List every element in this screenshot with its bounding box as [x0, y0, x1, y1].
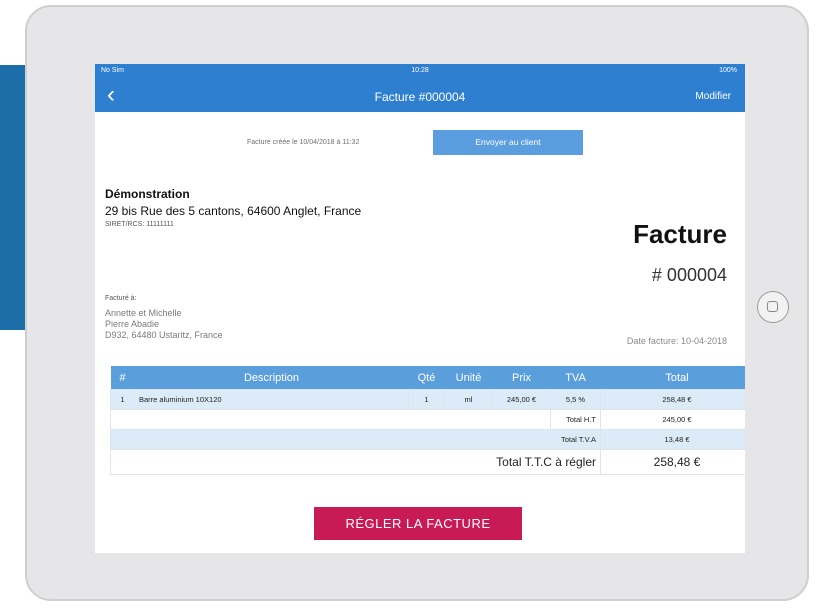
table-header-row: # Description Qté Unité Prix TVA Total	[110, 366, 745, 390]
home-button[interactable]	[757, 291, 789, 323]
total-ttc-value: 258,48 €	[600, 449, 745, 475]
company-siret: SIRET/RCS: 11111111	[105, 221, 174, 228]
navigation-bar: ‹ Facture #000004 Modifier	[95, 78, 745, 112]
header-description: Description	[134, 366, 409, 390]
cell-total: 258,48 €	[600, 389, 745, 410]
cell-description: Barre aluminium 10X120	[134, 389, 409, 410]
invoice-table: # Description Qté Unité Prix TVA Total 1…	[110, 366, 745, 475]
status-bar: No Sim 10:28 100%	[95, 64, 745, 78]
header-num: #	[110, 366, 135, 390]
total-ht-label: Total H.T	[550, 409, 601, 430]
battery-text: 100%	[719, 67, 737, 74]
pay-invoice-button[interactable]: RÉGLER LA FACTURE	[314, 507, 522, 540]
cell-qty: 1	[408, 389, 445, 410]
home-square-icon	[767, 301, 778, 312]
company-name: Démonstration	[105, 187, 190, 201]
send-to-client-button[interactable]: Envoyer au client	[433, 130, 583, 155]
client-name: Annette et Michelle	[105, 308, 182, 318]
cell-price: 245,00 €	[492, 389, 551, 410]
edit-button[interactable]: Modifier	[695, 91, 731, 102]
cell-num: 1	[110, 389, 135, 410]
table-row: 1 Barre aluminium 10X120 1 ml 245,00 € 5…	[110, 389, 745, 410]
client-address: D932, 64480 Ustaritz, France	[105, 330, 223, 340]
cell-unit: ml	[444, 389, 493, 410]
total-tva-row: Total T.V.A 13,48 €	[110, 429, 745, 450]
total-ttc-row: Total T.T.C à régler 258,48 €	[110, 449, 745, 475]
client-contact: Pierre Abadie	[105, 319, 160, 329]
invoice-date: Date facture: 10-04-2018	[626, 336, 727, 346]
invoice-title: Facture	[633, 219, 727, 249]
total-ht-value: 245,00 €	[600, 409, 745, 430]
total-ht-row: Total H.T 245,00 €	[110, 409, 745, 430]
invoice-created-text: Facture créée le 10/04/2018 à 11:32	[247, 139, 360, 146]
header-unit: Unité	[444, 366, 493, 390]
header-qty: Qté	[408, 366, 445, 390]
total-tva-label: Total T.V.A	[550, 429, 601, 450]
invoice-number: # 000004	[651, 265, 727, 285]
header-tva: TVA	[550, 366, 601, 390]
header-price: Prix	[492, 366, 551, 390]
cell-tva: 5,5 %	[550, 389, 601, 410]
total-ttc-label: Total T.T.C à régler	[110, 449, 601, 475]
page-title: Facture #000004	[374, 90, 466, 104]
status-time: 10:28	[411, 67, 429, 74]
billed-to-label: Facturé à:	[105, 295, 137, 302]
client-address-block: Annette et Michelle Pierre Abadie D932, …	[105, 308, 223, 341]
company-address: 29 bis Rue des 5 cantons, 64600 Anglet, …	[105, 204, 362, 218]
app-screen: No Sim 10:28 100% ‹ Facture #000004 Modi…	[95, 64, 745, 553]
total-tva-value: 13,48 €	[600, 429, 745, 450]
header-total: Total	[600, 366, 745, 390]
